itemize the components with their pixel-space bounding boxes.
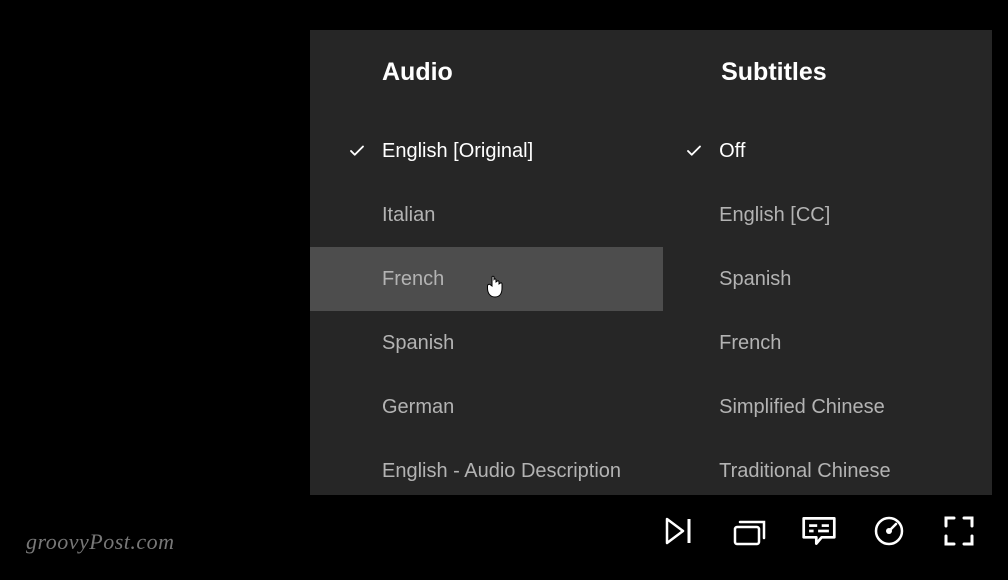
episodes-button[interactable] (730, 512, 768, 550)
subtitle-option-label: Off (719, 140, 745, 163)
next-episode-icon (661, 513, 697, 549)
audio-option-label: German (382, 396, 454, 419)
audio-subtitles-panel: Audio English [Original] Italian French Spa… (310, 30, 992, 495)
audio-option[interactable]: English [Original] (310, 119, 663, 183)
subtitles-header: Subtitles (663, 58, 992, 87)
subtitles-icon (801, 513, 837, 549)
subtitle-option[interactable]: Traditional Chinese (663, 439, 992, 503)
next-episode-button[interactable] (660, 512, 698, 550)
checkmark-icon (348, 142, 366, 160)
audio-column: Audio English [Original] Italian French Spa… (310, 30, 663, 495)
subtitles-button[interactable] (800, 512, 838, 550)
audio-option-label: French (382, 268, 444, 291)
subtitle-option[interactable]: Off (663, 119, 992, 183)
fullscreen-icon (941, 513, 977, 549)
subtitles-column: Subtitles Off English [CC] Spanish French Si… (663, 30, 992, 495)
audio-option-label: English [Original] (382, 140, 533, 163)
checkmark-icon (685, 142, 703, 160)
audio-option[interactable]: French (310, 247, 663, 311)
audio-header: Audio (310, 58, 663, 87)
audio-option[interactable]: Italian (310, 183, 663, 247)
subtitle-option-label: English [CC] (719, 204, 830, 227)
watermark: groovyPost.com (26, 529, 175, 555)
fullscreen-button[interactable] (940, 512, 978, 550)
check-slot (685, 142, 719, 160)
audio-option-label: English - Audio Description (382, 460, 621, 483)
audio-option[interactable]: English - Audio Description (310, 439, 663, 503)
subtitle-option-label: French (719, 332, 781, 355)
subtitle-option[interactable]: French (663, 311, 992, 375)
check-slot (348, 142, 382, 160)
subtitle-option[interactable]: Spanish (663, 247, 992, 311)
episodes-icon (731, 513, 767, 549)
audio-option-label: Italian (382, 204, 435, 227)
player-controls (660, 512, 978, 550)
subtitle-option[interactable]: Simplified Chinese (663, 375, 992, 439)
subtitle-option-label: Simplified Chinese (719, 396, 885, 419)
audio-option-label: Spanish (382, 332, 454, 355)
audio-option[interactable]: German (310, 375, 663, 439)
subtitle-option-label: Spanish (719, 268, 791, 291)
subtitle-option[interactable]: English [CC] (663, 183, 992, 247)
playback-speed-icon (871, 513, 907, 549)
subtitle-option-label: Traditional Chinese (719, 460, 891, 483)
audio-option[interactable]: Spanish (310, 311, 663, 375)
playback-speed-button[interactable] (870, 512, 908, 550)
